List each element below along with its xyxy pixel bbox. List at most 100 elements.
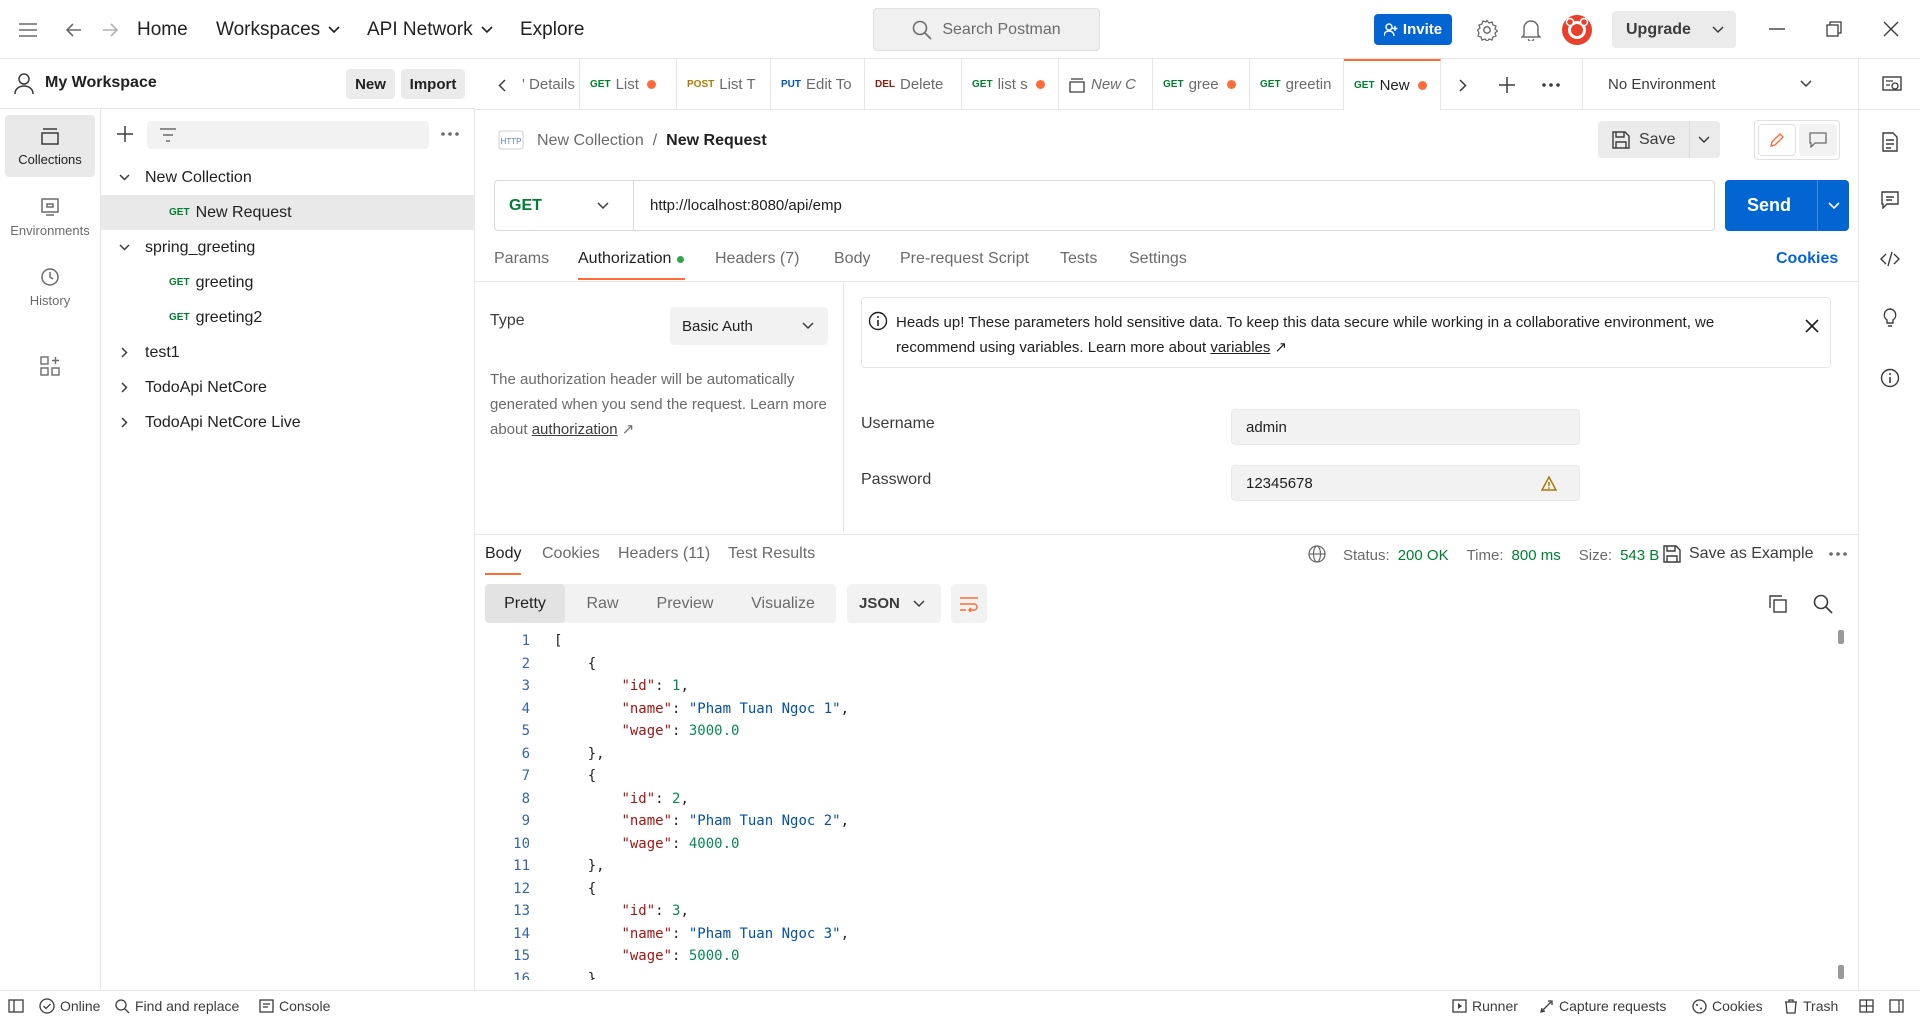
forward-arrow-icon[interactable] — [98, 18, 122, 42]
rail-history[interactable]: History — [5, 256, 95, 318]
tree-collection-todoapi-netcore-live[interactable]: TodoApi NetCore Live — [101, 405, 475, 440]
request-tab[interactable]: PUT Edit To — [771, 59, 865, 110]
search-icon[interactable] — [1811, 592, 1835, 616]
word-wrap-button[interactable] — [951, 584, 987, 623]
sidebar-filter-input[interactable] — [147, 121, 429, 149]
scroll-tabs-left-icon[interactable] — [491, 74, 513, 96]
toggle-sidebar-icon[interactable] — [8, 991, 29, 1021]
tree-collection-test1[interactable]: test1 — [101, 335, 475, 370]
tab-params[interactable]: Params — [494, 250, 549, 280]
request-tab[interactable]: GET list s — [962, 59, 1059, 110]
search-bar[interactable]: Search Postman — [873, 8, 1100, 51]
tree-collection-new-collection[interactable]: New Collection — [101, 160, 475, 195]
view-pretty[interactable]: Pretty — [485, 584, 565, 623]
password-input[interactable]: 12345678 — [1231, 465, 1580, 501]
notifications-bell-icon[interactable] — [1518, 17, 1544, 43]
avatar[interactable] — [1562, 15, 1592, 45]
documentation-icon[interactable] — [1878, 130, 1902, 154]
url-input[interactable]: http://localhost:8080/api/emp — [650, 181, 842, 230]
tab-pre-request-script[interactable]: Pre-request Script — [900, 250, 1029, 280]
cookies-button[interactable]: Cookies — [1692, 991, 1763, 1021]
method-select[interactable]: GET — [495, 181, 634, 230]
view-preview[interactable]: Preview — [640, 584, 730, 623]
response-tab-cookies[interactable]: Cookies — [542, 545, 600, 575]
environment-quick-look-icon[interactable] — [1880, 73, 1904, 97]
code-snippet-icon[interactable] — [1878, 247, 1902, 271]
new-button[interactable]: New — [346, 69, 395, 99]
import-button[interactable]: Import — [401, 69, 465, 99]
close-window-icon[interactable] — [1879, 17, 1903, 41]
help-icon[interactable] — [1889, 991, 1909, 1021]
upgrade-button[interactable]: Upgrade — [1612, 11, 1736, 48]
copy-icon[interactable] — [1766, 592, 1790, 616]
nav-api-network[interactable]: API Network — [367, 0, 493, 59]
minimize-icon[interactable] — [1765, 17, 1789, 41]
comments-icon[interactable] — [1878, 188, 1902, 212]
tree-request-greeting2[interactable]: GET greeting2 — [101, 300, 475, 335]
configure-workbench-icon[interactable] — [38, 354, 62, 378]
request-tab[interactable]: GET gree — [1153, 59, 1250, 110]
console-button[interactable]: Console — [259, 991, 330, 1021]
response-tab-body[interactable]: Body — [485, 545, 522, 575]
view-raw[interactable]: Raw — [565, 584, 640, 623]
edit-pencil-icon[interactable] — [1758, 124, 1796, 156]
size-value[interactable]: 543 B — [1620, 547, 1659, 564]
response-tab-headers[interactable]: Headers (11) — [618, 545, 710, 575]
status-value[interactable]: 200 OK — [1398, 547, 1449, 564]
close-icon[interactable] — [1800, 314, 1824, 338]
request-tab[interactable]: GET greetin — [1250, 59, 1344, 110]
request-tab[interactable]: GET List — [580, 59, 677, 110]
tree-request-greeting[interactable]: GET greeting — [101, 265, 475, 300]
rail-collections[interactable]: Collections — [5, 115, 95, 177]
back-arrow-icon[interactable] — [62, 18, 86, 42]
invite-button[interactable]: Invite — [1374, 14, 1452, 45]
new-tab-icon[interactable] — [1495, 73, 1519, 97]
request-tab[interactable]: New C — [1059, 59, 1153, 110]
more-options-icon[interactable] — [1826, 543, 1850, 565]
find-and-replace-button[interactable]: Find and replace — [115, 991, 239, 1021]
cookies-link[interactable]: Cookies — [1776, 250, 1838, 280]
globe-icon[interactable] — [1308, 545, 1326, 563]
send-button[interactable]: Send — [1725, 180, 1849, 231]
tab-headers[interactable]: Headers (7) — [715, 250, 799, 280]
time-value[interactable]: 800 ms — [1512, 547, 1561, 564]
nav-home[interactable]: Home — [137, 0, 188, 59]
authorization-link[interactable]: authorization — [532, 421, 618, 438]
nav-explore[interactable]: Explore — [520, 0, 584, 59]
request-tab[interactable]: DEL Delete — [865, 59, 962, 110]
tree-collection-todoapi-netcore[interactable]: TodoApi NetCore — [101, 370, 475, 405]
restore-window-icon[interactable] — [1822, 17, 1846, 41]
tab-options-icon[interactable] — [1539, 73, 1563, 97]
more-options-icon[interactable] — [438, 122, 462, 146]
response-body-code[interactable]: 1[2 {3 "id": 1,4 "name": "Pham Tuan Ngoc… — [485, 630, 1835, 980]
tab-body[interactable]: Body — [834, 250, 870, 280]
tab-tests[interactable]: Tests — [1060, 250, 1097, 280]
workspace-name[interactable]: My Workspace — [45, 74, 157, 92]
response-tab-test-results[interactable]: Test Results — [728, 545, 815, 575]
settings-gear-icon[interactable] — [1474, 17, 1500, 43]
save-button[interactable]: Save — [1598, 121, 1720, 158]
comment-mode-icon[interactable] — [1799, 124, 1837, 156]
add-icon[interactable] — [113, 122, 137, 146]
tab-settings[interactable]: Settings — [1129, 250, 1187, 280]
nav-workspaces[interactable]: Workspaces — [216, 0, 340, 59]
info-icon[interactable] — [1878, 366, 1902, 390]
scrollbar[interactable] — [1838, 630, 1844, 980]
save-as-example-button[interactable]: Save as Example — [1663, 543, 1814, 565]
trash-button[interactable]: Trash — [1784, 991, 1838, 1021]
username-input[interactable]: admin — [1231, 409, 1580, 445]
chevron-down-icon[interactable] — [1828, 202, 1840, 210]
runner-button[interactable]: Runner — [1452, 991, 1518, 1021]
online-status[interactable]: Online — [39, 991, 100, 1021]
rail-environments[interactable]: Environments — [5, 186, 95, 248]
menu-icon[interactable] — [16, 18, 40, 42]
environment-selector[interactable]: No Environment — [1592, 59, 1832, 110]
format-select[interactable]: JSON — [847, 584, 941, 623]
breadcrumb-collection[interactable]: New Collection — [537, 132, 644, 150]
request-tab[interactable]: POST List T — [677, 59, 771, 110]
tab-authorization[interactable]: Authorization — [578, 250, 685, 280]
request-tab[interactable]: ' Details — [520, 59, 580, 110]
tree-request-new-request[interactable]: GET New Request — [101, 195, 475, 230]
variables-link[interactable]: variables — [1210, 339, 1270, 356]
request-title[interactable]: New Request — [666, 132, 766, 150]
